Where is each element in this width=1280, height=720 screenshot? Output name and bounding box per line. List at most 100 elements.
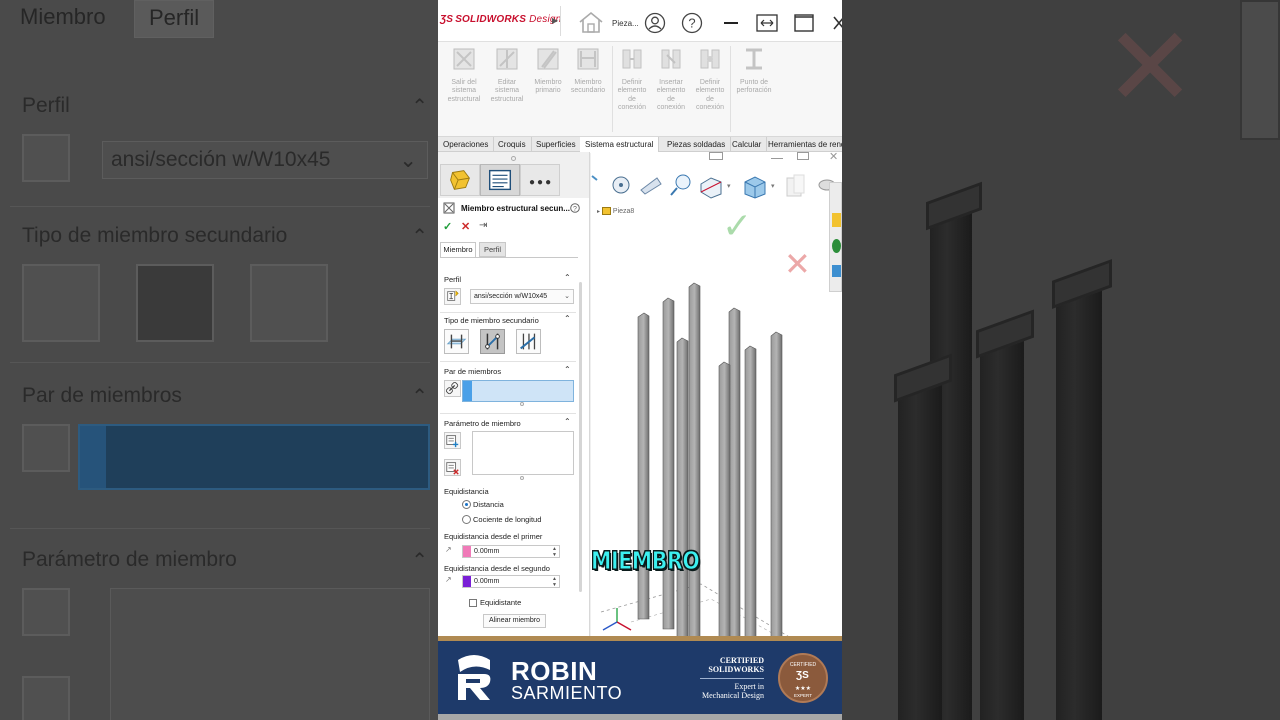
pushpin-icon[interactable]: ⇥ — [479, 220, 487, 231]
member-param-list[interactable] — [472, 431, 574, 475]
profile-library-icon[interactable] — [444, 288, 461, 305]
svg-text:?: ? — [688, 16, 695, 31]
member-type-point-length-icon[interactable] — [480, 329, 505, 354]
offset-first-input[interactable]: 0.00mm ▲ ▼ — [462, 545, 560, 558]
feature-manager-tab[interactable] — [440, 164, 480, 196]
separator — [440, 312, 576, 313]
subtab-profile[interactable]: Perfil — [479, 242, 506, 257]
tab-sketch[interactable]: Croquis — [493, 137, 532, 152]
more-tabs-button[interactable]: ●●● — [520, 164, 560, 196]
bg-type-icon-1 — [22, 264, 100, 342]
brand-surname: SARMIENTO — [511, 683, 623, 703]
radio-length-ratio[interactable] — [462, 515, 471, 524]
bg-tab-profile: Perfil — [134, 0, 215, 38]
member-type-section-header: Tipo de miembro secundario — [444, 316, 539, 325]
bg-pair-selection — [78, 424, 430, 490]
equidistant-label: Equidistante — [480, 598, 522, 607]
column — [676, 337, 689, 638]
tab-calculate[interactable]: Calcular — [727, 137, 768, 152]
column — [728, 307, 741, 638]
zoomed-background-right: ✕ — [842, 0, 1280, 720]
splitter-handle[interactable] — [511, 156, 516, 161]
maximize-icon[interactable] — [794, 14, 814, 32]
profile-section-header: Perfil — [444, 275, 462, 284]
cancel-x-icon[interactable]: ✕ — [461, 220, 470, 233]
resize-handle[interactable] — [520, 476, 524, 480]
member-param-section-header: Parámetro de miembro — [444, 419, 521, 428]
bg-collapse-icon: ⌃ — [411, 226, 428, 248]
exit-structure-icon — [453, 48, 475, 70]
link-icon — [444, 380, 461, 397]
separator — [440, 361, 576, 362]
separator — [560, 6, 561, 36]
radio-distance[interactable] — [462, 500, 471, 509]
property-manager-tab[interactable] — [480, 164, 520, 196]
profile-dropdown[interactable]: ansi/sección w/W10x45 ⌄ — [470, 289, 574, 304]
video-frame: Miembro Perfil Perfil ⌃ ansi/sección w/W… — [0, 0, 1280, 720]
bg-type-icon-2 — [136, 264, 214, 342]
exit-structural-system-button[interactable]: Salir del sistema estructural — [444, 46, 484, 104]
tab-surfaces[interactable]: Superficies — [531, 137, 582, 152]
resize-handle[interactable] — [520, 402, 524, 406]
bg-param-header: Parámetro de miembro — [22, 548, 237, 571]
certification-title: CERTIFIED SOLIDWORKS — [708, 656, 764, 674]
bg-profile-icon — [22, 134, 70, 182]
bg-param-box — [110, 588, 430, 720]
define-connection-element-button[interactable]: Definir elemento de conexión — [614, 46, 650, 113]
align-member-button[interactable]: Alinear miembro — [483, 614, 546, 628]
menu-expand-icon[interactable]: ▶ — [552, 16, 558, 25]
help-icon[interactable]: ? — [570, 203, 580, 213]
offset-arrow-icon: ↗ — [445, 545, 452, 554]
pm-title: Miembro estructural secun... — [461, 204, 570, 213]
bg-pair-header: Par de miembros — [22, 384, 182, 407]
manager-tabs: ●●● — [438, 152, 589, 198]
spin-arrows-icon[interactable]: ▲ ▼ — [552, 546, 557, 558]
member-pair-selection-box[interactable] — [462, 380, 574, 402]
bg-tab-member: Miembro — [6, 0, 120, 38]
offset-second-input[interactable]: 0.00mm ▲ ▼ — [462, 575, 560, 588]
define-connection-element-2-button[interactable]: Definir elemento de conexión — [692, 46, 728, 113]
collapse-chevron-icon[interactable]: ⌃ — [564, 417, 571, 426]
primary-member-button[interactable]: Miembro primario — [530, 46, 566, 96]
accept-check-icon[interactable]: ✓ — [443, 220, 452, 233]
insert-connection-element-button[interactable]: Insertar elemento de conexión — [652, 46, 690, 113]
banner-gold-rule — [438, 636, 842, 641]
perforation-point-button[interactable]: Punto de perforación — [732, 46, 776, 96]
column — [744, 345, 757, 638]
bg-cancel-x-icon: ✕ — [1104, 6, 1197, 129]
user-icon[interactable] — [644, 12, 666, 34]
banner-bottom-rule — [438, 714, 842, 720]
collapse-chevron-icon[interactable]: ⌃ — [564, 273, 571, 282]
equidistant-checkbox[interactable] — [469, 599, 477, 607]
tab-rendering-tools[interactable]: Herramientas de rend — [763, 137, 842, 152]
chevron-down-icon: ⌄ — [564, 293, 570, 300]
graphics-area: ✕ ▾ ▾ ▸ Pieza8 ✓ ✕ MIEMBRO — [591, 152, 842, 638]
member-type-plane-icon[interactable] — [444, 329, 469, 354]
edit-structural-system-button[interactable]: Editar sistema estructural — [486, 46, 528, 104]
member-type-between-points-icon[interactable] — [516, 329, 541, 354]
spin-arrows-icon[interactable]: ▲ ▼ — [552, 576, 557, 588]
bg-type-header: Tipo de miembro secundario — [22, 224, 288, 247]
certification-subtitle: Expert in Mechanical Design — [702, 682, 764, 700]
bg-collapse-icon: ⌃ — [411, 96, 428, 118]
tab-weldments[interactable]: Piezas soldadas — [662, 137, 732, 152]
collapse-chevron-icon[interactable]: ⌃ — [564, 365, 571, 374]
minimize-icon[interactable] — [724, 22, 738, 24]
subtab-member[interactable]: Miembro — [440, 242, 476, 257]
tab-structural-system[interactable]: Sistema estructural — [580, 137, 660, 153]
home-icon[interactable] — [578, 10, 604, 34]
zoomed-background-left: Miembro Perfil Perfil ⌃ ansi/sección w/W… — [0, 0, 438, 720]
tab-features[interactable]: Operaciones — [438, 137, 495, 152]
help-icon[interactable]: ? — [681, 12, 703, 34]
add-parameter-icon[interactable] — [444, 432, 461, 449]
edit-structure-icon — [496, 48, 518, 70]
bg-param-icon-2 — [22, 676, 70, 720]
remove-parameter-icon[interactable] — [444, 459, 461, 476]
bg-profile-header: Perfil — [22, 94, 70, 117]
solidworks-logo[interactable]: ƷS SOLIDWORKS Design — [440, 14, 561, 25]
close-icon[interactable] — [832, 15, 842, 31]
pm-scrollbar[interactable] — [579, 282, 582, 592]
secondary-member-button[interactable]: Miembro secundario — [568, 46, 608, 96]
collapse-chevron-icon[interactable]: ⌃ — [564, 314, 571, 323]
restore-arrows-icon[interactable] — [756, 14, 778, 32]
